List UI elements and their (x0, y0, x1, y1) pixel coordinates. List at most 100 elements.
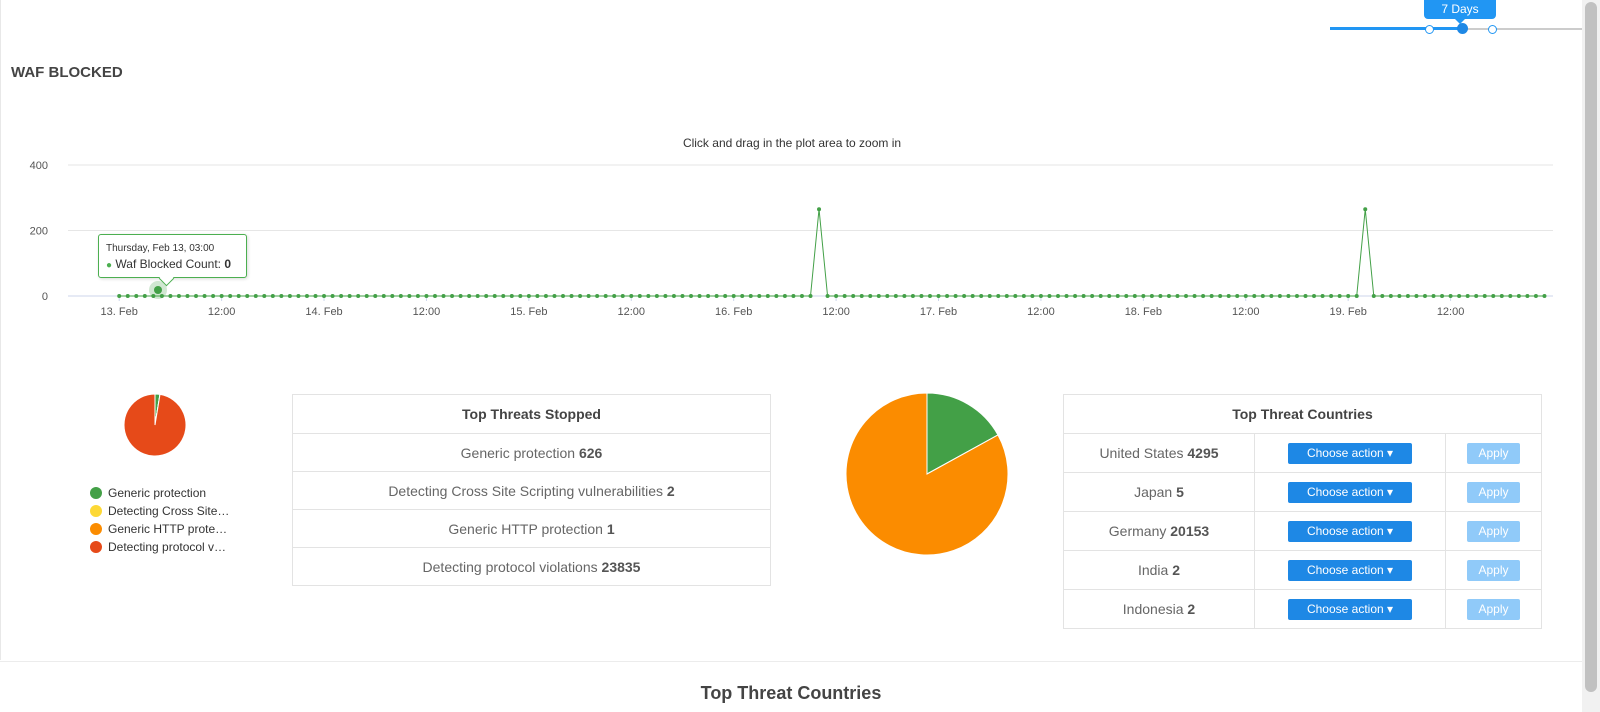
data-point[interactable] (518, 294, 523, 298)
data-point[interactable] (1115, 294, 1120, 298)
data-point[interactable] (586, 294, 591, 298)
choose-action-button[interactable]: Choose action ▾ (1288, 598, 1412, 620)
data-point[interactable] (1491, 294, 1496, 298)
data-point[interactable] (1132, 294, 1137, 298)
data-point[interactable] (885, 294, 890, 298)
data-point[interactable] (902, 294, 907, 298)
data-point[interactable] (535, 294, 540, 298)
data-point[interactable] (1465, 294, 1470, 298)
data-point[interactable] (1013, 294, 1018, 298)
countries-pie[interactable] (845, 392, 1009, 556)
data-point[interactable] (970, 294, 975, 298)
data-point[interactable] (1482, 294, 1487, 298)
data-point[interactable] (1516, 294, 1521, 298)
data-point[interactable] (1380, 294, 1385, 298)
data-point[interactable] (117, 294, 122, 298)
data-point[interactable] (910, 294, 915, 298)
data-point[interactable] (817, 207, 822, 212)
data-point[interactable] (1149, 294, 1154, 298)
data-point[interactable] (1457, 294, 1462, 298)
data-point[interactable] (765, 294, 770, 298)
data-point[interactable] (1047, 294, 1052, 298)
data-point[interactable] (1243, 294, 1248, 298)
apply-button[interactable]: Apply (1467, 481, 1520, 503)
data-point[interactable] (1269, 294, 1274, 298)
data-point[interactable] (270, 294, 275, 298)
data-point[interactable] (1209, 294, 1214, 298)
data-point[interactable] (330, 294, 335, 298)
data-point[interactable] (578, 294, 583, 298)
apply-button[interactable]: Apply (1467, 598, 1520, 620)
data-point[interactable] (740, 294, 745, 298)
data-point[interactable] (1175, 294, 1180, 298)
data-point[interactable] (731, 294, 736, 298)
range-slider-step[interactable] (1488, 25, 1497, 34)
data-point[interactable] (945, 294, 950, 298)
data-point[interactable] (987, 294, 992, 298)
data-point[interactable] (134, 294, 139, 298)
data-point[interactable] (467, 294, 472, 298)
data-point[interactable] (1081, 294, 1086, 298)
data-point[interactable] (398, 294, 403, 298)
data-point[interactable] (1431, 294, 1436, 298)
choose-action-button[interactable]: Choose action ▾ (1288, 559, 1412, 581)
data-point[interactable] (322, 294, 327, 298)
apply-button[interactable]: Apply (1467, 559, 1520, 581)
data-point[interactable] (979, 294, 984, 298)
data-point[interactable] (228, 294, 233, 298)
data-point[interactable] (1354, 294, 1359, 298)
data-point[interactable] (1184, 294, 1189, 298)
data-point[interactable] (723, 294, 728, 298)
data-point[interactable] (484, 294, 489, 298)
data-point[interactable] (1474, 294, 1479, 298)
data-point[interactable] (1235, 294, 1240, 298)
data-point[interactable] (1422, 294, 1427, 298)
data-point[interactable] (953, 294, 958, 298)
data-point[interactable] (424, 294, 429, 298)
data-point[interactable] (569, 294, 574, 298)
data-point[interactable] (543, 294, 548, 298)
data-point[interactable] (919, 294, 924, 298)
data-point[interactable] (1337, 294, 1342, 298)
data-point[interactable] (1260, 294, 1265, 298)
threats-pie-small[interactable] (120, 390, 190, 460)
data-point[interactable] (1448, 294, 1453, 298)
data-point[interactable] (603, 294, 608, 298)
data-point[interactable] (654, 294, 659, 298)
data-point[interactable] (1371, 294, 1376, 298)
data-point[interactable] (1021, 294, 1026, 298)
data-point[interactable] (304, 294, 309, 298)
data-point[interactable] (620, 294, 625, 298)
range-slider-step[interactable] (1425, 25, 1434, 34)
data-point[interactable] (1303, 294, 1308, 298)
data-point[interactable] (373, 294, 378, 298)
data-point[interactable] (714, 294, 719, 298)
data-point[interactable] (1252, 294, 1257, 298)
data-point[interactable] (637, 294, 642, 298)
scrollbar-thumb[interactable] (1585, 2, 1597, 692)
data-point[interactable] (612, 294, 617, 298)
waf-blocked-chart[interactable]: Click and drag in the plot area to zoom … (0, 130, 1560, 320)
data-point[interactable] (245, 294, 250, 298)
legend-item[interactable]: Detecting protocol v… (90, 538, 229, 556)
data-point[interactable] (1329, 294, 1334, 298)
data-point[interactable] (176, 294, 181, 298)
legend-item[interactable]: Detecting Cross Site… (90, 502, 229, 520)
data-point[interactable] (1525, 294, 1530, 298)
data-point[interactable] (142, 294, 147, 298)
data-point[interactable] (279, 294, 284, 298)
data-point[interactable] (211, 294, 216, 298)
data-point[interactable] (697, 294, 702, 298)
data-point[interactable] (1440, 294, 1445, 298)
data-point[interactable] (893, 294, 898, 298)
data-point[interactable] (1124, 294, 1129, 298)
data-point[interactable] (808, 294, 813, 298)
data-point[interactable] (1158, 294, 1163, 298)
data-point[interactable] (1397, 294, 1402, 298)
data-point[interactable] (381, 294, 386, 298)
data-point[interactable] (1363, 207, 1368, 212)
data-point[interactable] (1038, 294, 1043, 298)
data-point[interactable] (1056, 294, 1060, 298)
vertical-scrollbar[interactable] (1582, 0, 1600, 712)
data-point[interactable] (1090, 294, 1095, 298)
